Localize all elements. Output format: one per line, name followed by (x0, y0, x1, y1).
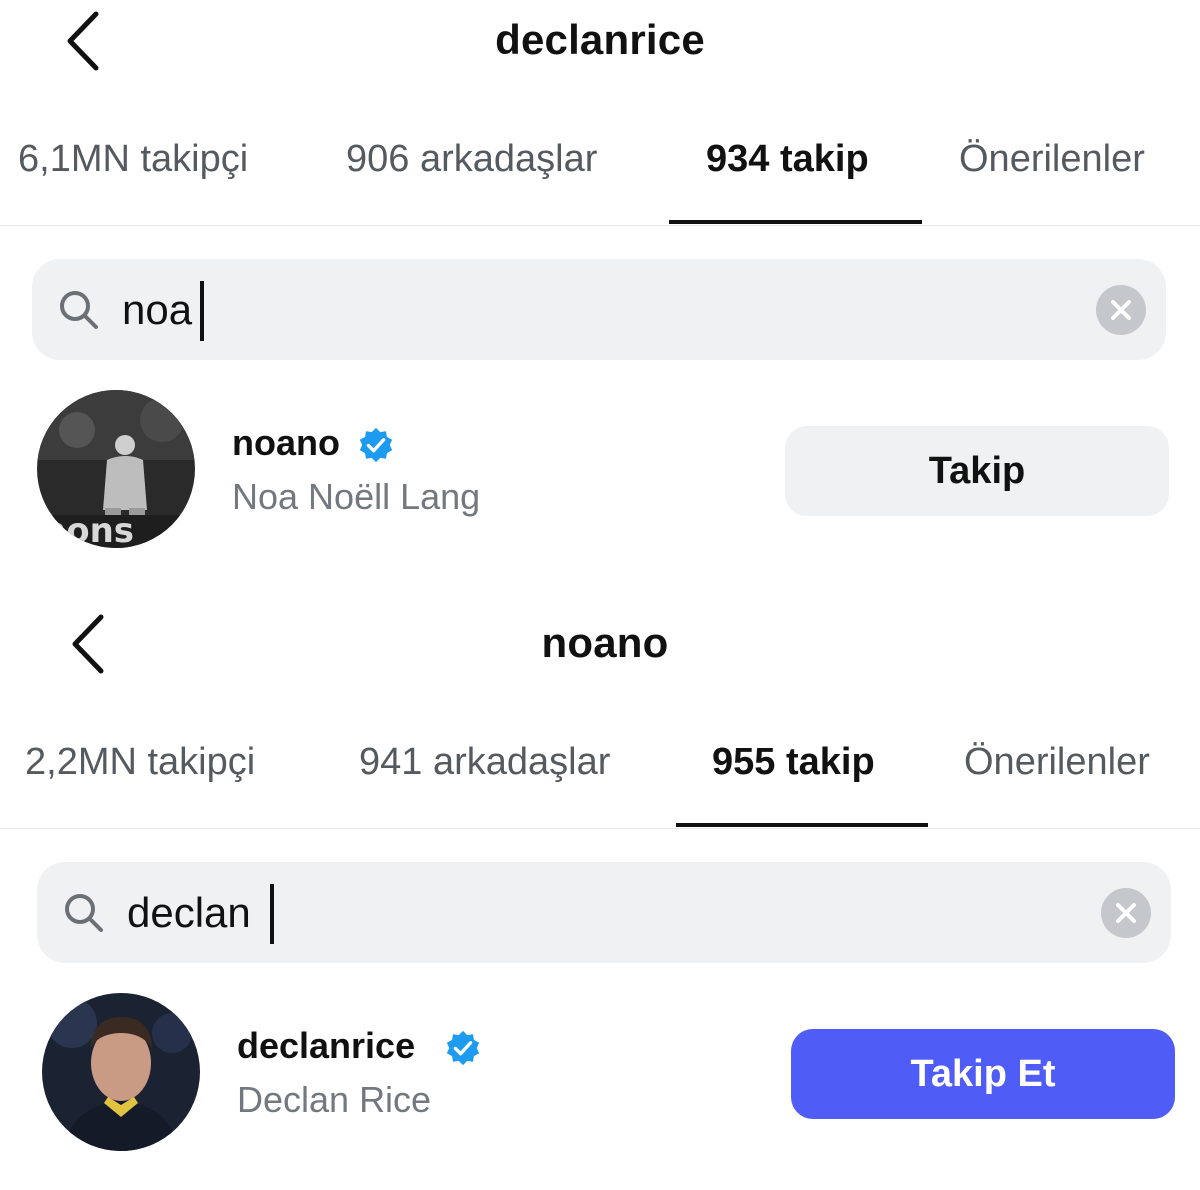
following-list-panel-noano: noano 2,2MN takipçi 941 arkadaşlar 955 t… (0, 603, 1200, 1190)
verified-badge-icon (357, 426, 395, 464)
page-title: declanrice (495, 16, 705, 63)
verified-badge-icon (444, 1029, 482, 1067)
text-cursor (270, 884, 274, 944)
tab-followers[interactable]: 6,1MN takipçi (18, 138, 248, 226)
search-bar (37, 862, 1171, 963)
clear-search-icon[interactable] (1101, 888, 1151, 938)
result-full-name: Declan Rice (237, 1079, 432, 1120)
tab-suggested[interactable]: Önerilenler (964, 741, 1150, 829)
tab-bar: 2,2MN takipçi 941 arkadaşlar 955 takip Ö… (5, 741, 1200, 829)
clear-search-icon[interactable] (1096, 285, 1146, 335)
active-tab-indicator (676, 823, 928, 827)
tab-followers[interactable]: 2,2MN takipçi (25, 741, 255, 829)
avatar[interactable] (42, 993, 200, 1151)
search-input[interactable] (122, 279, 1022, 341)
divider (0, 828, 1200, 829)
divider (0, 225, 1200, 226)
following-list-panel-declanrice: declanrice 6,1MN takipçi 906 arkadaşlar … (0, 0, 1200, 595)
tab-suggested[interactable]: Önerilenler (959, 138, 1145, 226)
tab-friends[interactable]: 941 arkadaşlar (359, 741, 610, 829)
page-title: noano (541, 619, 669, 666)
search-input[interactable] (127, 882, 1027, 944)
result-full-name: Noa Noëll Lang (232, 476, 481, 517)
tab-friends[interactable]: 906 arkadaşlar (346, 138, 597, 226)
search-result-row[interactable]: declanrice Declan Rice Takip Et (5, 993, 1200, 1153)
following-button[interactable]: Takip (785, 426, 1169, 516)
tab-following[interactable]: 955 takip (712, 741, 875, 829)
tab-following[interactable]: 934 takip (706, 138, 869, 226)
tab-bar: 6,1MN takipçi 906 arkadaşlar 934 takip Ö… (0, 138, 1200, 226)
search-result-row[interactable]: nons noano Noa Noëll Lang Takip (0, 390, 1200, 550)
search-icon (61, 890, 107, 936)
svg-text:nons: nons (42, 511, 134, 548)
avatar[interactable]: nons (37, 390, 195, 548)
result-username: noano (232, 422, 340, 463)
search-bar (32, 259, 1166, 360)
text-cursor (200, 281, 204, 341)
result-username: declanrice (237, 1025, 416, 1066)
search-icon (56, 287, 102, 333)
active-tab-indicator (669, 220, 922, 224)
follow-button[interactable]: Takip Et (791, 1029, 1175, 1119)
